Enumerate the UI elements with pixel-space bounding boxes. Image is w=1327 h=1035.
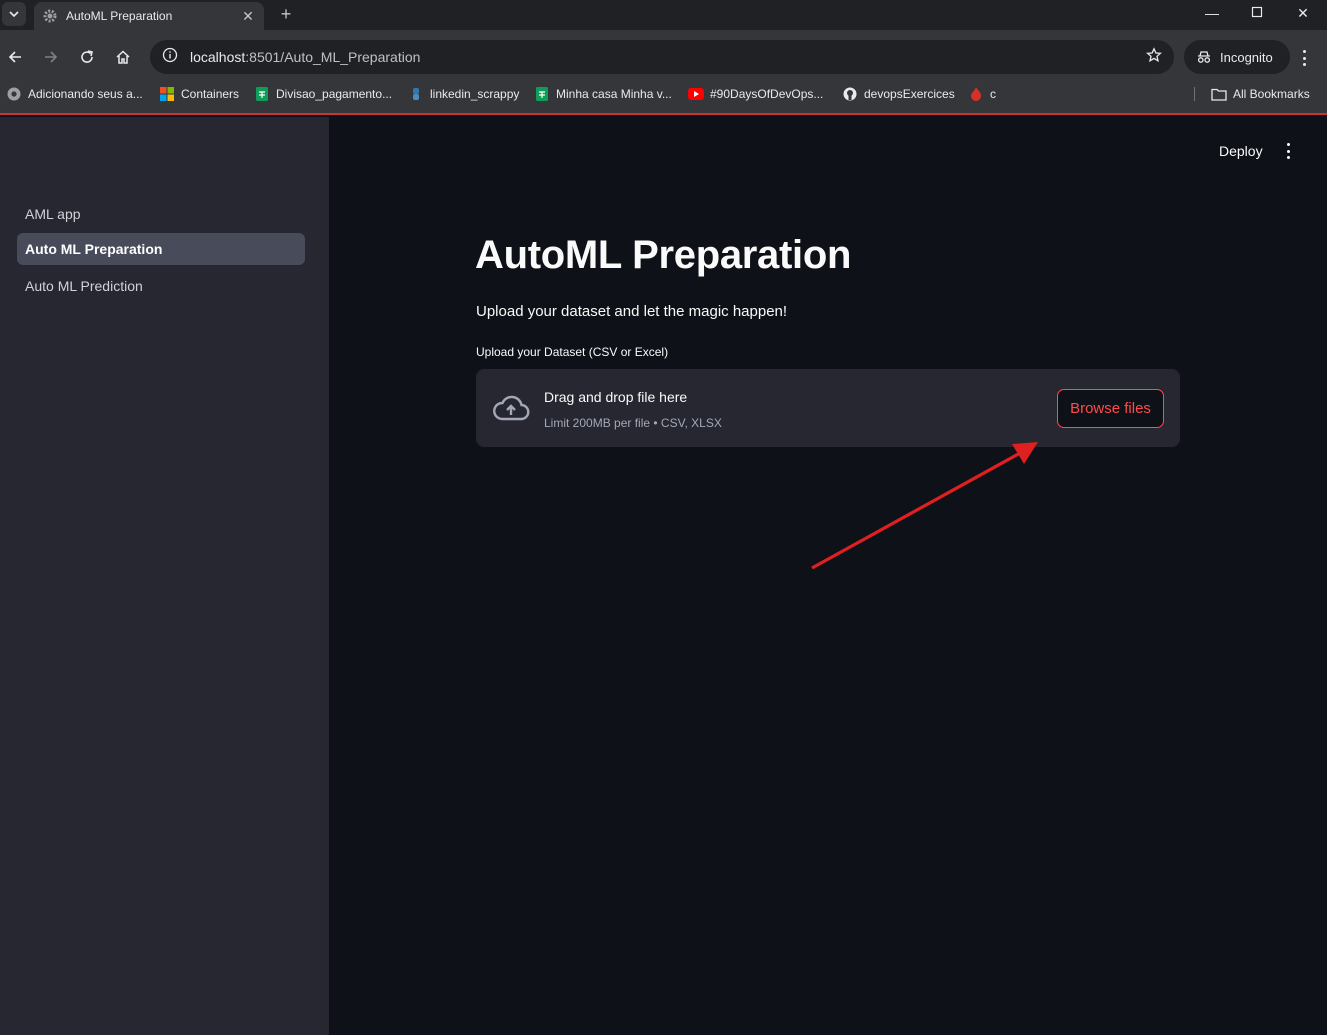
bookmark-label: Containers (181, 87, 240, 101)
incognito-label: Incognito (1220, 49, 1273, 65)
bookmark-item[interactable]: Adicionando seus a... (6, 86, 143, 102)
python-icon (408, 86, 424, 102)
bookmark-item[interactable]: c (968, 86, 996, 102)
microsoft-icon (159, 86, 175, 102)
deploy-button[interactable]: Deploy (1219, 143, 1263, 159)
maximize-icon[interactable] (1247, 5, 1267, 21)
sidebar-item-label: AML app (25, 206, 81, 222)
dropzone-instructions: Drag and drop file here (544, 389, 688, 405)
close-tab-icon[interactable]: ✕ (240, 8, 256, 25)
file-uploader-label: Upload your Dataset (CSV or Excel) (476, 345, 669, 359)
close-window-icon[interactable]: ✕ (1293, 5, 1313, 22)
youtube-icon (688, 86, 704, 102)
all-bookmarks-button[interactable]: All Bookmarks (1211, 86, 1310, 102)
bookmark-label: #90DaysOfDevOps... (710, 87, 824, 101)
bookmark-label: devopsExercices (864, 87, 955, 101)
app-menu-icon[interactable] (1280, 143, 1296, 159)
back-icon[interactable] (3, 45, 27, 69)
bookmark-item[interactable]: Minha casa Minha v... (534, 86, 672, 102)
annotation-arrow-icon (811, 442, 1038, 570)
bookmark-label: linkedin_scrappy (430, 87, 520, 101)
page-subtitle: Upload your dataset and let the magic ha… (476, 303, 788, 320)
bookmark-label: Minha casa Minha v... (556, 87, 672, 101)
sheets-icon (254, 86, 270, 102)
url-path: :8501/Auto_ML_Preparation (245, 49, 421, 65)
bookmark-item[interactable]: linkedin_scrappy (408, 86, 519, 102)
bookmark-item[interactable]: #90DaysOfDevOps... (688, 86, 823, 102)
home-icon[interactable] (111, 45, 135, 69)
url-text: localhost:8501/Auto_ML_Preparation (190, 49, 1146, 65)
site-info-icon[interactable] (162, 47, 178, 68)
sheets-icon (534, 86, 550, 102)
new-tab-icon[interactable]: + (276, 4, 296, 25)
url-host: localhost (190, 49, 246, 65)
browser-tab-active[interactable]: AutoML Preparation ✕ (34, 2, 264, 30)
cloud-upload-icon (493, 395, 530, 421)
forward-icon[interactable] (39, 45, 63, 69)
sidebar-item-label: Auto ML Preparation (25, 241, 163, 257)
sidebar-item-auto-ml-preparation[interactable]: Auto ML Preparation (17, 233, 305, 265)
chrome-icon (6, 86, 22, 102)
gear-icon (42, 8, 58, 24)
folder-icon (1211, 86, 1227, 102)
fire-icon (968, 86, 984, 102)
github-icon (842, 86, 858, 102)
bookmark-item[interactable]: Containers (159, 86, 239, 102)
incognito-indicator[interactable]: Incognito (1184, 40, 1290, 74)
bookmark-label: c (990, 87, 996, 101)
browser-menu-icon[interactable] (1296, 48, 1312, 68)
chevron-down-icon (9, 11, 19, 18)
tab-title: AutoML Preparation (66, 9, 173, 23)
bookmark-label: Divisao_pagamento... (276, 87, 393, 101)
bookmarks-divider (1194, 87, 1195, 101)
all-bookmarks-label: All Bookmarks (1233, 87, 1310, 101)
sidebar-item-aml-app[interactable]: AML app (17, 198, 305, 230)
bookmark-label: Adicionando seus a... (28, 87, 143, 101)
sidebar-item-label: Auto ML Prediction (25, 278, 143, 294)
dropzone-limit-text: Limit 200MB per file • CSV, XLSX (544, 416, 722, 430)
minimize-icon[interactable]: — (1202, 5, 1222, 21)
reload-icon[interactable] (75, 45, 99, 69)
page-title: AutoML Preparation (475, 233, 852, 277)
sidebar-item-auto-ml-prediction[interactable]: Auto ML Prediction (17, 270, 305, 302)
browse-files-button[interactable]: Browse files (1057, 389, 1164, 428)
address-bar[interactable]: localhost:8501/Auto_ML_Preparation (150, 40, 1174, 74)
bookmark-item[interactable]: devopsExercices (842, 86, 955, 102)
bookmark-item[interactable]: Divisao_pagamento... (254, 86, 392, 102)
incognito-icon (1197, 51, 1211, 63)
tab-search-button[interactable] (2, 2, 26, 26)
bookmark-star-icon[interactable] (1146, 46, 1162, 68)
